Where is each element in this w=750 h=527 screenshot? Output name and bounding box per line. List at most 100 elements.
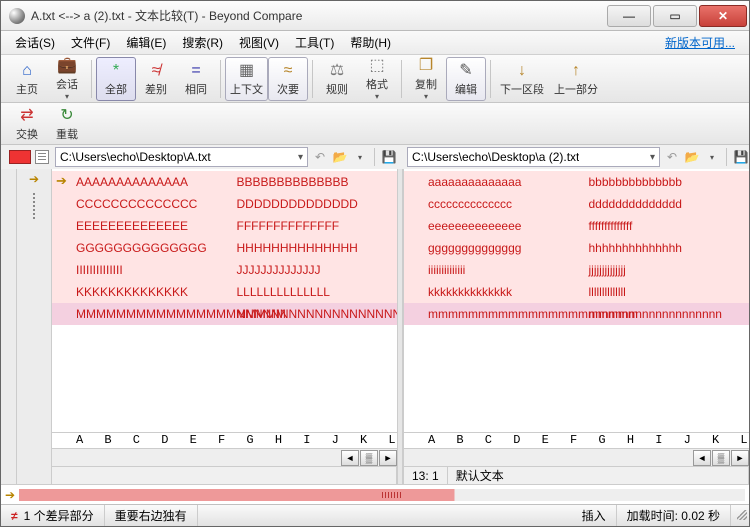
format-button[interactable]: ⬚格式▾ [357, 57, 397, 101]
diff-line[interactable]: KKKKKKKKKKKKKKLLLLLLLLLLLLLL [52, 281, 397, 303]
load-time: 加载时间: 0.02 秒 [617, 505, 731, 526]
save-left-button[interactable]: 💾 [381, 149, 397, 165]
current-line-icon: ➔ [56, 173, 67, 189]
chevron-down-icon[interactable]: ▾ [650, 152, 655, 163]
open-right-button[interactable]: 📂 [684, 149, 700, 165]
right-path-input[interactable]: C:\Users\echo\Desktop\a (2).txt ▾ [407, 147, 660, 167]
diff-line[interactable]: EEEEEEEEEEEEEEFFFFFFFFFFFFFF [52, 215, 397, 237]
left-ruler: A B C D E F G H I J K L M N O P Q R S T … [52, 432, 397, 448]
undo-icon[interactable]: ↶ [312, 149, 328, 165]
copy-icon: ❐ [419, 56, 433, 76]
diff-line[interactable]: kkkkkkkkkkkkkkllllllllllllll [404, 281, 749, 303]
scroll-right-icon[interactable]: ► [731, 450, 749, 466]
update-link[interactable]: 新版本可用... [657, 32, 743, 53]
important-status: 重要右边独有 [105, 505, 198, 526]
diff-line[interactable]: MMMMMMMMMMMMMMMMMMMMMNNNNNNNNNNNNNNNNNNN… [52, 303, 397, 325]
format-icon: ⬚ [369, 56, 384, 76]
menu-view[interactable]: 视图(V) [231, 32, 287, 53]
briefcase-icon: 💼 [57, 56, 77, 76]
left-editor[interactable]: ➔ AAAAAAAAAAAAAABBBBBBBBBBBBBBCCCCCCCCCC… [52, 169, 397, 432]
session-button[interactable]: 💼会话▾ [47, 57, 87, 101]
scroll-left-icon[interactable]: ◄ [693, 450, 711, 466]
scroll-grip-icon[interactable]: ▒ [360, 450, 378, 466]
right-path-text: C:\Users\echo\Desktop\a (2).txt [412, 150, 579, 164]
toolbar-main: ⌂主页 💼会话▾ *全部 ≉差别 =相同 ▦上下文 ≈次要 ⚖规则 ⬚格式▾ ❐… [1, 55, 749, 103]
resize-grip[interactable] [731, 510, 749, 522]
minimize-button[interactable]: — [607, 5, 651, 27]
file-icon [35, 150, 49, 164]
menu-session[interactable]: 会话(S) [7, 32, 63, 53]
menu-search[interactable]: 搜索(R) [174, 32, 231, 53]
prev-section-button[interactable]: ↑上一部分 [549, 57, 603, 101]
thumbnail-band[interactable]: ➔ [1, 484, 749, 504]
undo-right-icon[interactable]: ↶ [664, 149, 680, 165]
window-title: A.txt <--> a (2).txt - 文本比较(T) - Beyond … [31, 7, 605, 24]
right-arrow-icon: ➔ [5, 488, 15, 502]
right-arrow-icon: ➔ [17, 169, 51, 189]
compare-area: ➔ ➔ AAAAAAAAAAAAAABBBBBBBBBBBBBBCCCCCCCC… [1, 169, 749, 484]
diff-line[interactable]: GGGGGGGGGGGGGGHHHHHHHHHHHHHH [52, 237, 397, 259]
menu-help[interactable]: 帮助(H) [342, 32, 399, 53]
arrow-down-icon: ↓ [518, 61, 526, 81]
right-pane: aaaaaaaaaaaaaabbbbbbbbbbbbbbcccccccccccc… [403, 169, 749, 484]
app-icon [9, 8, 25, 24]
left-status [52, 467, 397, 484]
menu-edit[interactable]: 编辑(E) [118, 32, 174, 53]
left-pane: ➔ AAAAAAAAAAAAAABBBBBBBBBBBBBBCCCCCCCCCC… [51, 169, 397, 484]
pencil-icon: ✎ [459, 61, 472, 81]
left-hscroll[interactable]: ◄ ▒ ► [52, 448, 397, 466]
copy-button[interactable]: ❐复制▾ [406, 57, 446, 101]
minor-button[interactable]: ≈次要 [268, 57, 308, 101]
chevron-down-icon[interactable]: ▾ [298, 152, 303, 163]
diff-line[interactable]: eeeeeeeeeeeeeeffffffffffffff [404, 215, 749, 237]
diff-line[interactable]: mmmmmmmmmmmmmmmmmmmmmnnnnnnnnnnnnnnnnnnn… [404, 303, 749, 325]
diff-line[interactable]: iiiiiiiiiiiiiijjjjjjjjjjjjjj [404, 259, 749, 281]
diff-count: ≠1 个差异部分 [1, 505, 105, 526]
scroll-left-icon[interactable]: ◄ [341, 450, 359, 466]
menu-tools[interactable]: 工具(T) [287, 32, 342, 53]
open-left-dd[interactable]: ▾ [352, 149, 368, 165]
close-button[interactable]: ✕ [699, 5, 747, 27]
diff-indicator-icon [9, 150, 31, 164]
toolbar-secondary: ⇄交换 ↻重载 [1, 103, 749, 145]
cursor-pos: 13: 1 [404, 467, 448, 484]
home-button[interactable]: ⌂主页 [7, 57, 47, 101]
maximize-button[interactable]: ▭ [653, 5, 697, 27]
diff-icon: ≉ [152, 61, 161, 81]
scroll-grip-icon[interactable]: ▒ [712, 450, 730, 466]
diff-line[interactable]: CCCCCCCCCCCCCCDDDDDDDDDDDDDD [52, 193, 397, 215]
insert-mode: 插入 [572, 505, 617, 526]
diff-line[interactable]: ccccccccccccccdddddddddddddd [404, 193, 749, 215]
arrow-up-icon: ↑ [572, 61, 580, 81]
syntax-mode[interactable]: 默认文本 [448, 467, 749, 484]
filter-all-button[interactable]: *全部 [96, 57, 136, 101]
statusbar: ≠1 个差异部分 重要右边独有 插入 加载时间: 0.02 秒 [1, 504, 749, 526]
thumbnail-stripe[interactable] [19, 489, 745, 501]
next-section-button[interactable]: ↓下一区段 [495, 57, 549, 101]
open-right-dd[interactable]: ▾ [704, 149, 720, 165]
diff-line[interactable]: AAAAAAAAAAAAAABBBBBBBBBBBBBB [52, 171, 397, 193]
overview-gutter[interactable]: ➔ [1, 169, 51, 484]
filter-diffs-button[interactable]: ≉差别 [136, 57, 176, 101]
menubar: 会话(S) 文件(F) 编辑(E) 搜索(R) 视图(V) 工具(T) 帮助(H… [1, 31, 749, 55]
left-path-input[interactable]: C:\Users\echo\Desktop\A.txt ▾ [55, 147, 308, 167]
edit-button[interactable]: ✎编辑 [446, 57, 486, 101]
rules-icon: ⚖ [330, 61, 344, 81]
reload-button[interactable]: ↻重载 [47, 102, 87, 146]
diff-line[interactable]: gggggggggggggghhhhhhhhhhhhhh [404, 237, 749, 259]
swap-button[interactable]: ⇄交换 [7, 102, 47, 146]
titlebar: A.txt <--> a (2).txt - 文本比较(T) - Beyond … [1, 1, 749, 31]
scroll-right-icon[interactable]: ► [379, 450, 397, 466]
swap-icon: ⇄ [20, 106, 33, 126]
context-button[interactable]: ▦上下文 [225, 57, 268, 101]
filter-same-button[interactable]: =相同 [176, 57, 216, 101]
home-icon: ⌂ [22, 61, 32, 81]
diff-line[interactable]: IIIIIIIIIIIIIIJJJJJJJJJJJJJJ [52, 259, 397, 281]
right-editor[interactable]: aaaaaaaaaaaaaabbbbbbbbbbbbbbcccccccccccc… [404, 169, 749, 432]
rules-button[interactable]: ⚖规则 [317, 57, 357, 101]
save-right-button[interactable]: 💾 [733, 149, 749, 165]
right-hscroll[interactable]: ◄ ▒ ► [404, 448, 749, 466]
menu-file[interactable]: 文件(F) [63, 32, 118, 53]
open-left-button[interactable]: 📂 [332, 149, 348, 165]
diff-line[interactable]: aaaaaaaaaaaaaabbbbbbbbbbbbbb [404, 171, 749, 193]
